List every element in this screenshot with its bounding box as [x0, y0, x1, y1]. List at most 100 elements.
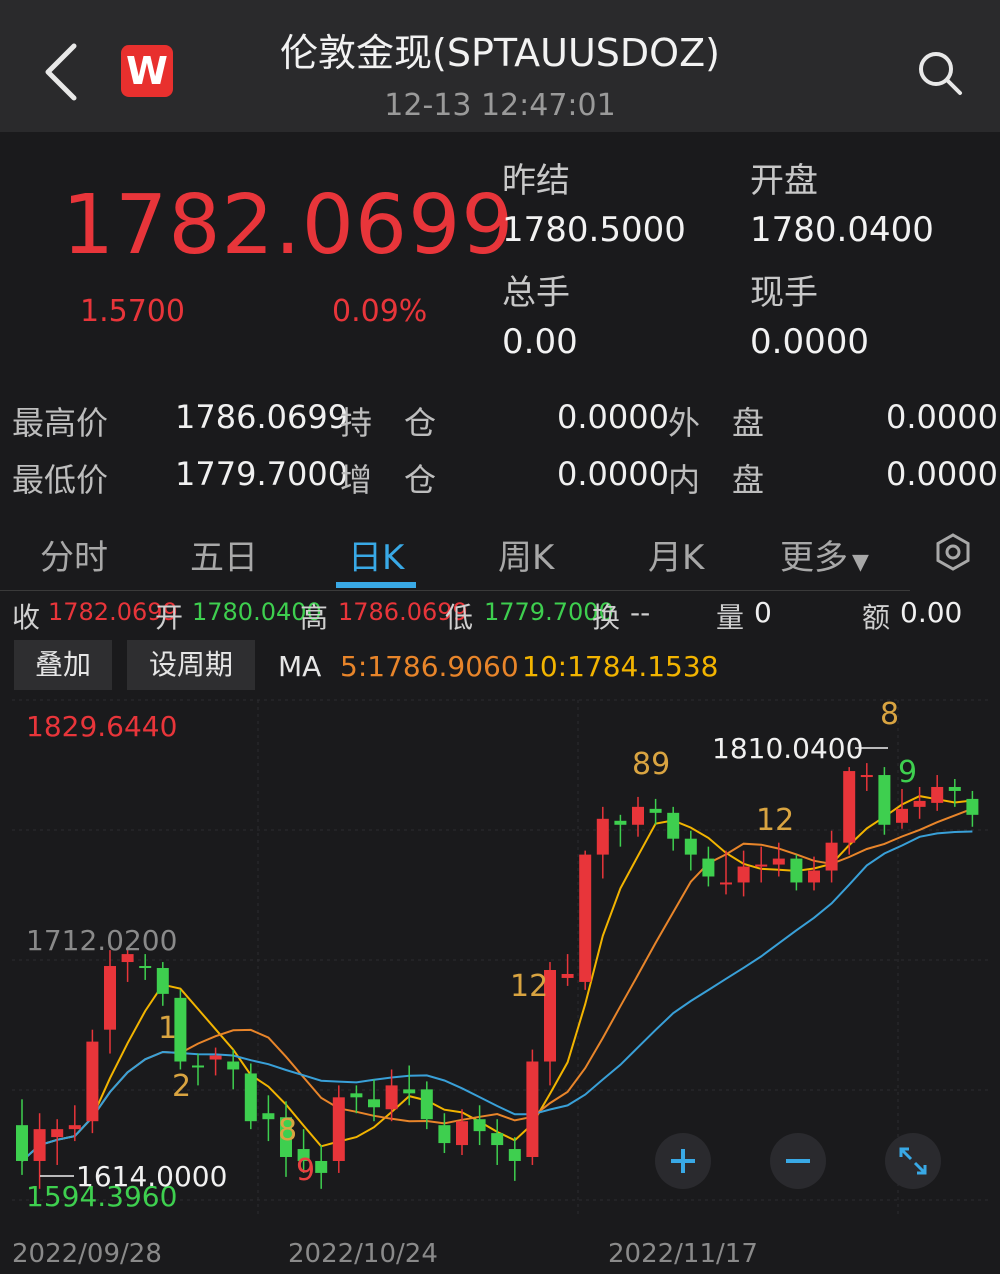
high-label: 最高价 [12, 404, 109, 442]
y-axis-top-label: 1829.6440 [26, 710, 177, 743]
close-label: 收 [12, 601, 41, 634]
add-value: 0.0000 [557, 455, 669, 493]
candle-body [720, 882, 732, 885]
set-period-button[interactable]: 设周期 [127, 640, 255, 690]
active-tab-indicator [336, 582, 416, 588]
plus-icon [671, 1149, 695, 1173]
x-axis-date-label: 2022/09/28 [12, 1239, 162, 1269]
back-arrow-icon[interactable] [40, 40, 84, 104]
volume-value: 0.00 [502, 322, 578, 362]
candle-body [860, 775, 873, 778]
candle-body [878, 775, 891, 825]
expand-icon [899, 1147, 927, 1175]
amount-label: 额 [862, 601, 891, 634]
candle-body [579, 854, 592, 982]
inner-label: 内 盘 [668, 461, 765, 499]
candle-body [614, 820, 627, 825]
page-title: 伦敦金现(SPTAUUSDOZ) [280, 31, 720, 75]
candle-body [667, 812, 680, 839]
inner-value: 0.0000 [886, 455, 998, 493]
tab-daily-k[interactable]: 日K [348, 530, 404, 579]
sequence-count-label: 8 [278, 1113, 297, 1148]
open-label: 开盘 [750, 161, 818, 201]
sequence-count-label: 9 [296, 1153, 315, 1188]
ma10-value: 10:1784.1538 [522, 650, 719, 683]
low-marker-label: 1614.0000 [76, 1160, 227, 1193]
candle-body [403, 1089, 416, 1094]
volume-value: 0 [754, 596, 772, 629]
tab-intraday[interactable]: 分时 [40, 530, 108, 579]
price-change: 1.5700 [80, 294, 185, 329]
tab-five-day[interactable]: 五日 [190, 530, 258, 579]
fullscreen-button[interactable] [885, 1133, 941, 1189]
search-icon[interactable] [915, 48, 965, 98]
candle-body [68, 1125, 81, 1130]
candle-body [684, 838, 697, 855]
high-label: 高 [300, 601, 329, 634]
candle-body [16, 1125, 28, 1161]
volume-label: 总手 [502, 273, 570, 313]
low-value: 1779.7000 [175, 455, 349, 493]
kline-chart[interactable]: 1829.64401712.02001594.39601810.04001614… [0, 696, 1000, 1274]
zoom-out-button[interactable] [770, 1133, 826, 1189]
sequence-count-label: 9 [898, 755, 917, 790]
candle-body [86, 1041, 99, 1122]
ma5-value: 5:1786.9060 [340, 650, 519, 683]
outer-label: 外 盘 [668, 404, 765, 442]
candle-body [825, 842, 838, 871]
turnover-value: -- [630, 596, 651, 629]
hold-value: 0.0000 [557, 398, 669, 436]
settings-icon[interactable] [934, 533, 972, 571]
minus-icon [786, 1159, 810, 1163]
sequence-count-label: 2 [172, 1069, 191, 1104]
candle-body [843, 771, 856, 843]
low-label: 最低价 [12, 461, 109, 499]
quote-timestamp: 12-13 12:47:01 [384, 88, 616, 123]
candle-body [262, 1113, 275, 1120]
sequence-count-label: 12 [510, 969, 548, 1004]
tab-divider [0, 590, 910, 591]
candle-body [526, 1061, 539, 1157]
candlesticks [16, 763, 979, 1189]
volume-label: 量 [716, 601, 745, 634]
tab-more[interactable]: 更多 ▼ [780, 530, 869, 579]
candle-body [227, 1061, 240, 1070]
candle-body [368, 1099, 380, 1108]
zoom-in-button[interactable] [655, 1133, 711, 1189]
candle-body [209, 1055, 222, 1060]
prev-close-value: 1780.5000 [502, 210, 686, 250]
candle-body [596, 818, 609, 855]
candle-body [790, 858, 803, 883]
y-axis-mid-label: 1712.0200 [26, 924, 177, 957]
open-value: 1780.0400 [750, 210, 934, 250]
candle-body [913, 800, 926, 807]
candle-body [332, 1097, 345, 1161]
high-marker-label: 1810.0400 [712, 732, 863, 765]
add-label: 增 仓 [340, 461, 437, 499]
low-label: 低 [445, 601, 474, 634]
sequence-count-label: 1 [158, 1011, 177, 1046]
current-hand-label: 现手 [750, 273, 818, 313]
candle-body [139, 966, 152, 969]
app-logo: W [121, 45, 173, 97]
sequence-count-label: 8 [880, 697, 899, 732]
candle-body [350, 1093, 363, 1098]
prev-close-label: 昨结 [502, 161, 570, 201]
candle-body [385, 1085, 398, 1110]
candle-body [456, 1121, 468, 1146]
candle-body [896, 808, 908, 823]
high-value: 1786.0699 [175, 398, 349, 436]
tab-weekly-k[interactable]: 周K [498, 530, 554, 579]
candle-body [632, 806, 644, 825]
candle-body [702, 858, 715, 877]
overlay-button[interactable]: 叠加 [14, 640, 112, 690]
tab-monthly-k[interactable]: 月K [648, 530, 704, 579]
candle-body [808, 870, 820, 883]
amount-value: 0.00 [900, 596, 963, 629]
sequence-count-label: 12 [756, 803, 794, 838]
sequence-count-label: 89 [632, 747, 670, 782]
dropdown-arrow-icon: ▼ [852, 550, 869, 575]
candle-body [649, 808, 662, 813]
outer-value: 0.0000 [886, 398, 998, 436]
ma-line-ma20 [21, 830, 973, 1162]
